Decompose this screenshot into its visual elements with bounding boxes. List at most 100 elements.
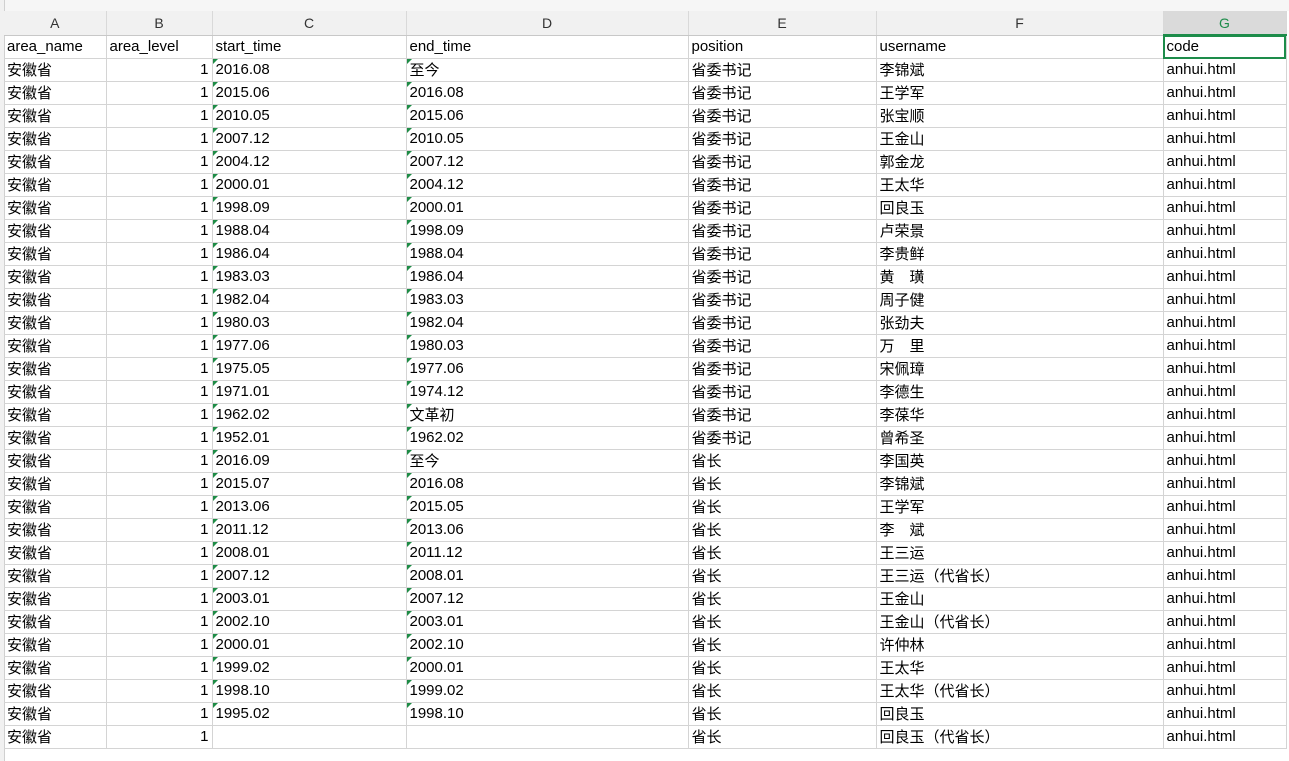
cell-area-level[interactable]: 1 [106, 81, 213, 105]
cell-end-time[interactable]: 2002.10 [406, 633, 689, 657]
cell-area-name[interactable]: 安徽省 [4, 564, 107, 588]
cell-username[interactable]: 回良玉 [876, 196, 1164, 220]
cell-username[interactable]: 王金山 [876, 127, 1164, 151]
cell-area-name[interactable]: 安徽省 [4, 81, 107, 105]
cell-position[interactable]: 省委书记 [688, 242, 877, 266]
cell-end-time[interactable]: 1986.04 [406, 265, 689, 289]
cell-area-level[interactable]: 1 [106, 472, 213, 496]
cell-area-name[interactable]: 安徽省 [4, 518, 107, 542]
cell-position[interactable]: 省委书记 [688, 288, 877, 312]
cell-end-time[interactable]: 1998.09 [406, 219, 689, 243]
spreadsheet-grid[interactable]: ABCDEFG area_name area_level start_time end… [4, 11, 1287, 749]
cell-area-level[interactable]: 1 [106, 311, 213, 335]
cell-area-name[interactable]: 安徽省 [4, 610, 107, 634]
cell-position[interactable]: 省长 [688, 633, 877, 657]
cell-end-time[interactable]: 2003.01 [406, 610, 689, 634]
cell-area-name[interactable]: 安徽省 [4, 334, 107, 358]
cell-area-level[interactable]: 1 [106, 679, 213, 703]
cell-end-time[interactable]: 2016.08 [406, 81, 689, 105]
cell-area-name[interactable]: 安徽省 [4, 403, 107, 427]
cell-start-time[interactable]: 2007.12 [212, 564, 407, 588]
header-cell-end-time[interactable]: end_time [406, 35, 689, 59]
cell-position[interactable]: 省委书记 [688, 403, 877, 427]
cell-username[interactable]: 李 斌 [876, 518, 1164, 542]
cell-end-time[interactable]: 1988.04 [406, 242, 689, 266]
cell-start-time[interactable]: 1986.04 [212, 242, 407, 266]
cell-area-name[interactable]: 安徽省 [4, 725, 107, 749]
cell-area-name[interactable]: 安徽省 [4, 219, 107, 243]
cell-position[interactable]: 省委书记 [688, 196, 877, 220]
cell-area-name[interactable]: 安徽省 [4, 173, 107, 197]
cell-area-name[interactable]: 安徽省 [4, 541, 107, 565]
cell-end-time[interactable]: 1983.03 [406, 288, 689, 312]
cell-end-time[interactable] [406, 725, 689, 749]
cell-position[interactable]: 省长 [688, 587, 877, 611]
cell-username[interactable]: 黄 璜 [876, 265, 1164, 289]
cell-end-time[interactable]: 2010.05 [406, 127, 689, 151]
cell-start-time[interactable]: 1995.02 [212, 702, 407, 726]
cell-area-level[interactable]: 1 [106, 725, 213, 749]
cell-code[interactable]: anhui.html [1163, 656, 1287, 680]
cell-area-name[interactable]: 安徽省 [4, 449, 107, 473]
cell-area-level[interactable]: 1 [106, 196, 213, 220]
cell-code[interactable]: anhui.html [1163, 426, 1287, 450]
cell-area-level[interactable]: 1 [106, 357, 213, 381]
cell-end-time[interactable]: 2004.12 [406, 173, 689, 197]
cell-code[interactable]: anhui.html [1163, 495, 1287, 519]
column-header-d[interactable]: D [406, 11, 689, 36]
cell-code[interactable]: anhui.html [1163, 357, 1287, 381]
cell-start-time[interactable]: 2000.01 [212, 173, 407, 197]
cell-start-time[interactable]: 1980.03 [212, 311, 407, 335]
cell-area-level[interactable]: 1 [106, 219, 213, 243]
cell-code[interactable]: anhui.html [1163, 104, 1287, 128]
cell-area-level[interactable]: 1 [106, 58, 213, 82]
cell-code[interactable]: anhui.html [1163, 702, 1287, 726]
cell-end-time[interactable]: 1974.12 [406, 380, 689, 404]
cell-position[interactable]: 省长 [688, 541, 877, 565]
cell-area-level[interactable]: 1 [106, 265, 213, 289]
cell-code[interactable]: anhui.html [1163, 196, 1287, 220]
cell-area-level[interactable]: 1 [106, 702, 213, 726]
cell-area-level[interactable]: 1 [106, 518, 213, 542]
cell-code[interactable]: anhui.html [1163, 242, 1287, 266]
cell-position[interactable]: 省委书记 [688, 58, 877, 82]
cell-username[interactable]: 李锦斌 [876, 472, 1164, 496]
header-cell-start-time[interactable]: start_time [212, 35, 407, 59]
cell-position[interactable]: 省委书记 [688, 81, 877, 105]
cell-end-time[interactable]: 1977.06 [406, 357, 689, 381]
cell-username[interactable]: 王金山 [876, 587, 1164, 611]
cell-start-time[interactable]: 1952.01 [212, 426, 407, 450]
cell-username[interactable]: 许仲林 [876, 633, 1164, 657]
cell-username[interactable]: 李国英 [876, 449, 1164, 473]
cell-end-time[interactable]: 1962.02 [406, 426, 689, 450]
header-cell-username[interactable]: username [876, 35, 1164, 59]
cell-username[interactable]: 李锦斌 [876, 58, 1164, 82]
cell-username[interactable]: 王金山（代省长） [876, 610, 1164, 634]
cell-area-level[interactable]: 1 [106, 150, 213, 174]
cell-username[interactable]: 张宝顺 [876, 104, 1164, 128]
cell-username[interactable]: 王太华（代省长） [876, 679, 1164, 703]
cell-position[interactable]: 省长 [688, 679, 877, 703]
cell-start-time[interactable]: 1977.06 [212, 334, 407, 358]
cell-code[interactable]: anhui.html [1163, 127, 1287, 151]
cell-code[interactable]: anhui.html [1163, 334, 1287, 358]
cell-area-name[interactable]: 安徽省 [4, 58, 107, 82]
cell-username[interactable]: 李贵鲜 [876, 242, 1164, 266]
cell-start-time[interactable] [212, 725, 407, 749]
cell-area-name[interactable]: 安徽省 [4, 702, 107, 726]
cell-username[interactable]: 王学军 [876, 495, 1164, 519]
cell-code[interactable]: anhui.html [1163, 564, 1287, 588]
header-cell-area-level[interactable]: area_level [106, 35, 213, 59]
cell-area-name[interactable]: 安徽省 [4, 242, 107, 266]
cell-code[interactable]: anhui.html [1163, 725, 1287, 749]
cell-start-time[interactable]: 2015.06 [212, 81, 407, 105]
cell-position[interactable]: 省长 [688, 518, 877, 542]
cell-end-time[interactable]: 至今 [406, 58, 689, 82]
cell-end-time[interactable]: 文革初 [406, 403, 689, 427]
cell-end-time[interactable]: 2015.05 [406, 495, 689, 519]
cell-position[interactable]: 省委书记 [688, 265, 877, 289]
cell-end-time[interactable]: 2013.06 [406, 518, 689, 542]
cell-area-name[interactable]: 安徽省 [4, 265, 107, 289]
cell-end-time[interactable]: 至今 [406, 449, 689, 473]
cell-code[interactable]: anhui.html [1163, 219, 1287, 243]
